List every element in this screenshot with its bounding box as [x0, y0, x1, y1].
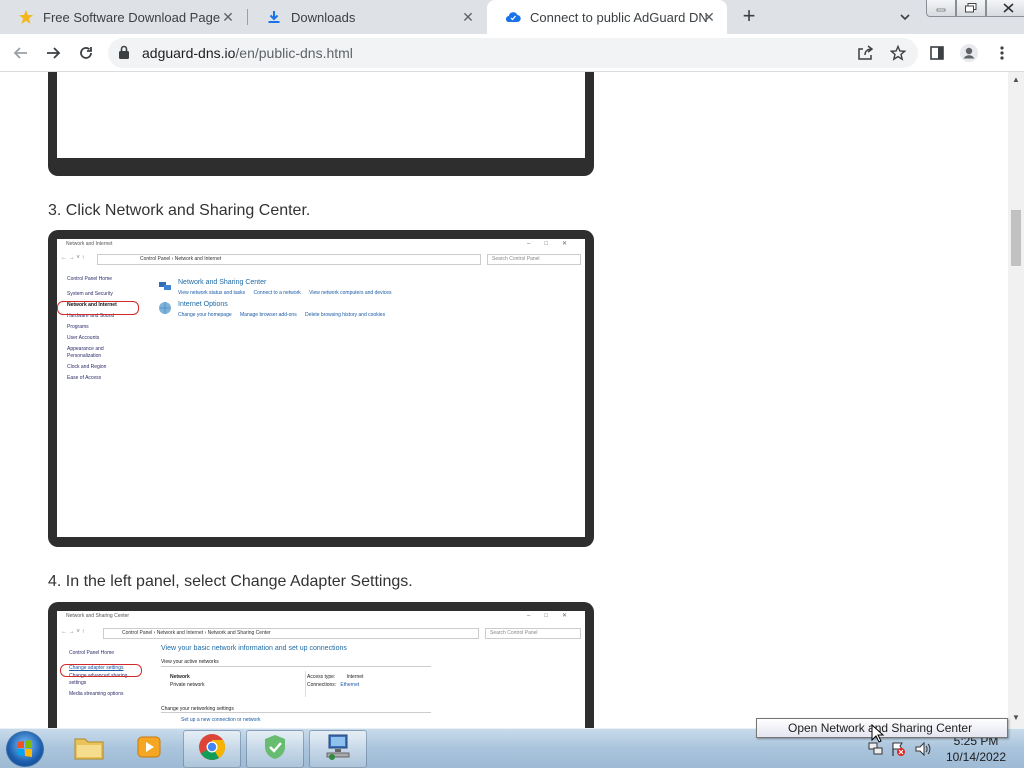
- scroll-down-icon[interactable]: ▼: [1012, 714, 1020, 722]
- forward-arrow-icon[interactable]: [42, 42, 64, 64]
- mini-connections: Connections: Ethernet: [307, 682, 360, 688]
- tab-search-icon[interactable]: [896, 8, 914, 26]
- screenshot-frame-step2: [48, 72, 594, 176]
- screenshot-frame-step3: Network and Internet –□✕ ← → ˅ ↑ Control…: [48, 230, 594, 547]
- close-tab-icon[interactable]: ✕: [220, 9, 236, 25]
- page-scrollbar[interactable]: ▲ ▼: [1008, 72, 1024, 728]
- side-panel-icon[interactable]: [926, 42, 948, 64]
- explorer-taskbar-button[interactable]: [60, 730, 118, 768]
- volume-icon[interactable]: [914, 741, 932, 762]
- tab-adguard[interactable]: Connect to public AdGuard DNS ✕: [487, 0, 727, 34]
- mini-network-name: Network: [170, 674, 190, 680]
- internet-options-icon: [158, 301, 172, 315]
- lock-icon[interactable]: [118, 45, 130, 65]
- mini-sidebar-item: Appearance and Personalization: [67, 346, 104, 359]
- adguard-shield-icon: [262, 733, 288, 766]
- chrome-taskbar-button[interactable]: [183, 730, 241, 768]
- adguard-taskbar-button[interactable]: [246, 730, 304, 768]
- screenshot-frame-step4: Network and Sharing Center –□✕ ← → ˅ ↑ C…: [48, 602, 594, 728]
- close-tab-icon[interactable]: ✕: [701, 9, 717, 25]
- mini-link: Change your homepage Manage browser add-…: [178, 312, 386, 318]
- tab-strip: Free Software Download Page - S ✕ Downlo…: [0, 0, 1024, 34]
- mini-sidebar-item: Control Panel Home: [69, 650, 115, 656]
- browser-toolbar: adguard-dns.io/en/public-dns.html: [0, 34, 1024, 72]
- highlight-ring: [57, 301, 139, 315]
- network-control-taskbar-button[interactable]: [309, 730, 367, 768]
- share-icon[interactable]: [856, 44, 874, 62]
- mini-link: Set up a new connection or network: [181, 717, 261, 723]
- media-player-icon: [135, 733, 163, 766]
- scroll-up-icon[interactable]: ▲: [1012, 76, 1020, 84]
- star-icon: [18, 9, 34, 25]
- mini-window-controls: –□✕: [527, 613, 581, 619]
- menu-kebab-icon[interactable]: [991, 42, 1013, 64]
- mini-access-type: Access type: Internet: [307, 674, 364, 680]
- tab-free-software[interactable]: Free Software Download Page - S ✕: [0, 0, 246, 34]
- media-player-taskbar-button[interactable]: [120, 730, 178, 768]
- tab-title: Free Software Download Page - S: [43, 9, 221, 25]
- screenshot-network-and-internet: Network and Internet –□✕ ← → ˅ ↑ Control…: [57, 239, 585, 537]
- mini-search-box: Search Control Panel: [487, 254, 581, 265]
- mini-sidebar-item: Media streaming options: [69, 691, 124, 697]
- step-4-text: 4. In the left panel, select Change Adap…: [48, 573, 413, 590]
- scrollbar-thumb[interactable]: [1011, 210, 1021, 266]
- mini-sidebar: Control Panel Home System and Security N…: [67, 274, 117, 384]
- network-globe-icon: [158, 279, 172, 293]
- address-bar[interactable]: adguard-dns.io/en/public-dns.html: [108, 38, 918, 68]
- mini-sidebar-item: Control Panel Home: [67, 276, 113, 282]
- page-content: 3. Click Network and Sharing Center. Net…: [0, 72, 1008, 728]
- mini-heading: View your basic network information and …: [161, 645, 347, 652]
- mini-address-bar: Control Panel › Network and Internet › N…: [103, 628, 479, 639]
- window-controls: [926, 0, 1024, 18]
- mini-address-bar: Control Panel › Network and Internet: [97, 254, 481, 265]
- mini-nav-arrows: ← → ˅ ↑: [61, 255, 85, 261]
- cloud-shield-icon: [505, 9, 521, 25]
- mini-sidebar-item: Programs: [67, 324, 89, 330]
- network-computer-icon: [323, 732, 353, 767]
- restore-button[interactable]: [956, 0, 986, 17]
- chrome-icon: [197, 732, 227, 767]
- new-tab-button[interactable]: +: [738, 5, 760, 28]
- mini-divider: [161, 666, 431, 667]
- reload-icon[interactable]: [75, 42, 97, 64]
- mini-section-title: Network and Sharing Center: [178, 279, 267, 286]
- mini-section-title: Internet Options: [178, 301, 228, 308]
- highlight-ring: [60, 664, 142, 677]
- close-window-button[interactable]: [986, 0, 1024, 17]
- mini-divider: [305, 671, 306, 697]
- mouse-cursor-icon: [871, 723, 885, 749]
- clock-date: 10/14/2022: [945, 750, 1007, 764]
- action-center-flag-icon[interactable]: [890, 741, 906, 762]
- mini-nav-arrows: ← → ˅ ↑: [61, 629, 85, 635]
- screenshot-image: [57, 72, 585, 158]
- mini-search-box: Search Control Panel: [485, 628, 581, 639]
- profile-avatar-icon[interactable]: [958, 42, 980, 64]
- download-icon: [266, 9, 282, 25]
- tab-title: Connect to public AdGuard DNS: [530, 9, 708, 25]
- mini-divider: [161, 712, 431, 713]
- mini-window-title: Network and Sharing Center: [66, 613, 130, 619]
- start-button[interactable]: [6, 731, 44, 767]
- mini-network-type: Private network: [170, 682, 205, 688]
- bookmark-star-icon[interactable]: [889, 44, 907, 62]
- mini-sidebar-item: System and Security: [67, 291, 113, 297]
- tab-downloads[interactable]: Downloads ✕: [248, 0, 486, 34]
- screenshot-network-sharing-center: Network and Sharing Center –□✕ ← → ˅ ↑ C…: [57, 611, 585, 728]
- minimize-button[interactable]: [926, 0, 956, 17]
- mini-sidebar-item: Clock and Region: [67, 364, 107, 370]
- step-3-text: 3. Click Network and Sharing Center.: [48, 202, 311, 219]
- tab-title: Downloads: [291, 9, 356, 25]
- mini-sidebar-item: User Accounts: [67, 335, 100, 341]
- mini-window-title: Network and Internet: [66, 241, 113, 247]
- close-tab-icon[interactable]: ✕: [460, 9, 476, 25]
- mini-sidebar-item: Ease of Access: [67, 375, 102, 381]
- mini-subheading: View your active networks: [161, 659, 219, 665]
- mini-window-controls: –□✕: [527, 241, 581, 247]
- mini-link: View network status and tasks Connect to…: [178, 290, 392, 296]
- folder-icon: [73, 733, 105, 766]
- url-text: adguard-dns.io/en/public-dns.html: [142, 45, 353, 61]
- back-arrow-icon[interactable]: [10, 42, 32, 64]
